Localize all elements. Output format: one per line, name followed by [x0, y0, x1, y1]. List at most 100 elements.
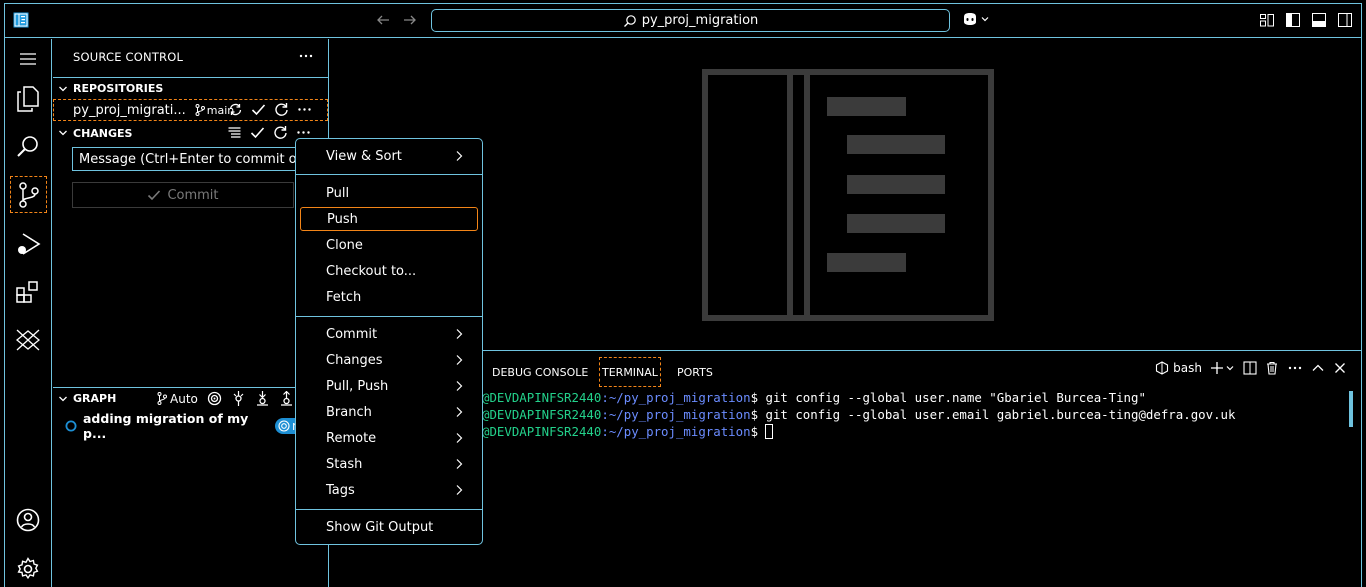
- bottom-panel: DEBUG CONSOLE TERMINAL PORTS bash @DEVDA…: [330, 350, 1361, 587]
- close-icon[interactable]: [1333, 361, 1347, 375]
- menu-item-push[interactable]: Push: [300, 207, 478, 231]
- extensions-icon[interactable]: [13, 277, 43, 307]
- terminal-cursor: [765, 424, 774, 439]
- menu-item-pull-push[interactable]: Pull, Push: [300, 374, 478, 398]
- target-icon: [278, 420, 290, 432]
- chevron-down-icon: [53, 128, 73, 138]
- push-icon[interactable]: [279, 391, 294, 406]
- repository-row[interactable]: py_proj_migrati... main: [53, 99, 328, 121]
- menu-item-changes[interactable]: Changes: [300, 348, 478, 372]
- chevron-right-icon: [454, 484, 464, 496]
- menu-item-view-sort[interactable]: View & Sort: [300, 144, 478, 168]
- graph-section-header[interactable]: GRAPH Auto: [53, 387, 328, 409]
- menu-item-pull[interactable]: Pull: [300, 181, 478, 205]
- chevron-down-icon: [53, 84, 73, 94]
- trash-icon[interactable]: [1265, 361, 1279, 375]
- terminal-user: @DEVDAPINFSR2440: [482, 407, 602, 422]
- terminal-command: $ git config --global user.email gabriel…: [750, 407, 1236, 422]
- account-icon[interactable]: [13, 505, 43, 535]
- toggle-primary-sidebar-icon[interactable]: [1285, 12, 1301, 28]
- tab-debug-console[interactable]: DEBUG CONSOLE: [492, 357, 588, 387]
- arrow-right-icon[interactable]: [402, 12, 418, 28]
- menu-item-label: Stash: [326, 456, 363, 472]
- app-logo-icon: [13, 12, 29, 28]
- terminal-line: @DEVDAPINFSR2440:~/py_proj_migration$ gi…: [482, 389, 1235, 406]
- customize-layout-icon[interactable]: [1259, 12, 1275, 28]
- more-actions-icon[interactable]: [297, 102, 312, 117]
- terminal-shell-label: bash: [1173, 361, 1202, 375]
- commit-message-input[interactable]: Message (Ctrl+Enter to commit on "...: [72, 147, 302, 171]
- graph-label: GRAPH: [73, 392, 117, 405]
- commit-check-icon[interactable]: [251, 102, 266, 117]
- more-actions-icon[interactable]: [298, 48, 314, 64]
- menu-item-show-git-output[interactable]: Show Git Output: [300, 515, 478, 539]
- terminal-path: :~/py_proj_migration: [601, 424, 751, 439]
- toggle-panel-icon[interactable]: [1311, 12, 1327, 28]
- terminal-line: @DEVDAPINFSR2440:~/py_proj_migration$ gi…: [482, 406, 1235, 423]
- toggle-secondary-sidebar-icon[interactable]: [1337, 12, 1353, 28]
- tab-terminal[interactable]: TERMINAL: [599, 357, 661, 387]
- terminal-scrollbar[interactable]: [1349, 391, 1353, 427]
- command-center-search[interactable]: py_proj_migration: [431, 9, 950, 32]
- graph-auto-label: Auto: [170, 391, 198, 406]
- menu-item-label: Changes: [326, 352, 383, 368]
- menu-item-commit[interactable]: Commit: [300, 322, 478, 346]
- explorer-icon[interactable]: [13, 84, 43, 114]
- split-terminal-icon[interactable]: [1243, 361, 1257, 375]
- menu-icon[interactable]: [13, 44, 43, 74]
- menu-item-label: Tags: [326, 482, 355, 498]
- vscode-window: py_proj_migration SOURCE CONTROL REPOSIT…: [4, 3, 1362, 587]
- refresh-icon[interactable]: [273, 125, 288, 140]
- refresh-icon[interactable]: [274, 102, 289, 117]
- menu-separator: [296, 316, 482, 317]
- search-icon: [623, 14, 637, 28]
- commit-check-icon[interactable]: [250, 125, 265, 140]
- menu-item-clone[interactable]: Clone: [300, 233, 478, 257]
- maximize-panel-icon[interactable]: [1311, 361, 1325, 375]
- remote-icon[interactable]: [13, 325, 43, 355]
- pull-icon[interactable]: [255, 391, 270, 406]
- terminal-shell-selector[interactable]: bash: [1155, 361, 1202, 375]
- fetch-icon[interactable]: [231, 391, 246, 406]
- check-icon: [147, 188, 161, 202]
- target-icon[interactable]: [207, 391, 222, 406]
- source-control-icon[interactable]: [10, 176, 47, 213]
- menu-item-branch[interactable]: Branch: [300, 400, 478, 424]
- menu-item-label: Fetch: [326, 289, 362, 305]
- terminal-path: :~/py_proj_migration: [601, 407, 751, 422]
- graph-auto-toggle[interactable]: Auto: [157, 392, 198, 406]
- commit-button[interactable]: Commit: [72, 182, 294, 208]
- view-as-list-icon[interactable]: [227, 125, 242, 140]
- tab-ports[interactable]: PORTS: [677, 357, 713, 387]
- arrow-left-icon[interactable]: [375, 12, 391, 28]
- branch-icon: [157, 392, 167, 405]
- sync-icon[interactable]: [228, 102, 243, 117]
- menu-item-label: Push: [327, 211, 358, 227]
- settings-gear-icon[interactable]: [13, 554, 43, 584]
- new-terminal-button[interactable]: [1210, 361, 1235, 375]
- copilot-menu[interactable]: [961, 11, 990, 27]
- changes-section-header[interactable]: CHANGES: [53, 122, 328, 144]
- repositories-section-header[interactable]: REPOSITORIES: [53, 77, 328, 99]
- chevron-right-icon: [454, 458, 464, 470]
- terminal-user: @DEVDAPINFSR2440: [482, 390, 602, 405]
- source-control-more-actions-menu: View & Sort Pull Push Clone Checkout to.…: [295, 138, 483, 545]
- run-debug-icon[interactable]: [13, 229, 43, 259]
- menu-separator: [296, 509, 482, 510]
- menu-item-stash[interactable]: Stash: [300, 452, 478, 476]
- layout-controls: [1259, 12, 1353, 28]
- graph-commit-message: adding migration of my p...: [83, 411, 249, 441]
- search-icon[interactable]: [13, 132, 43, 162]
- title-bar: py_proj_migration: [5, 4, 1361, 38]
- commit-message-placeholder: Message (Ctrl+Enter to commit on "...: [79, 151, 301, 167]
- menu-item-fetch[interactable]: Fetch: [300, 285, 478, 309]
- more-actions-icon[interactable]: [1287, 361, 1303, 375]
- chevron-right-icon: [454, 380, 464, 392]
- graph-commit-row[interactable]: adding migration of my p... main: [65, 411, 328, 441]
- terminal-output[interactable]: @DEVDAPINFSR2440:~/py_proj_migration$ gi…: [482, 389, 1235, 440]
- menu-item-checkout-to[interactable]: Checkout to...: [300, 259, 478, 283]
- menu-item-tags[interactable]: Tags: [300, 478, 478, 502]
- menu-item-remote[interactable]: Remote: [300, 426, 478, 450]
- source-control-sidebar: SOURCE CONTROL REPOSITORIES py_proj_migr…: [53, 39, 329, 587]
- chevron-right-icon: [454, 328, 464, 340]
